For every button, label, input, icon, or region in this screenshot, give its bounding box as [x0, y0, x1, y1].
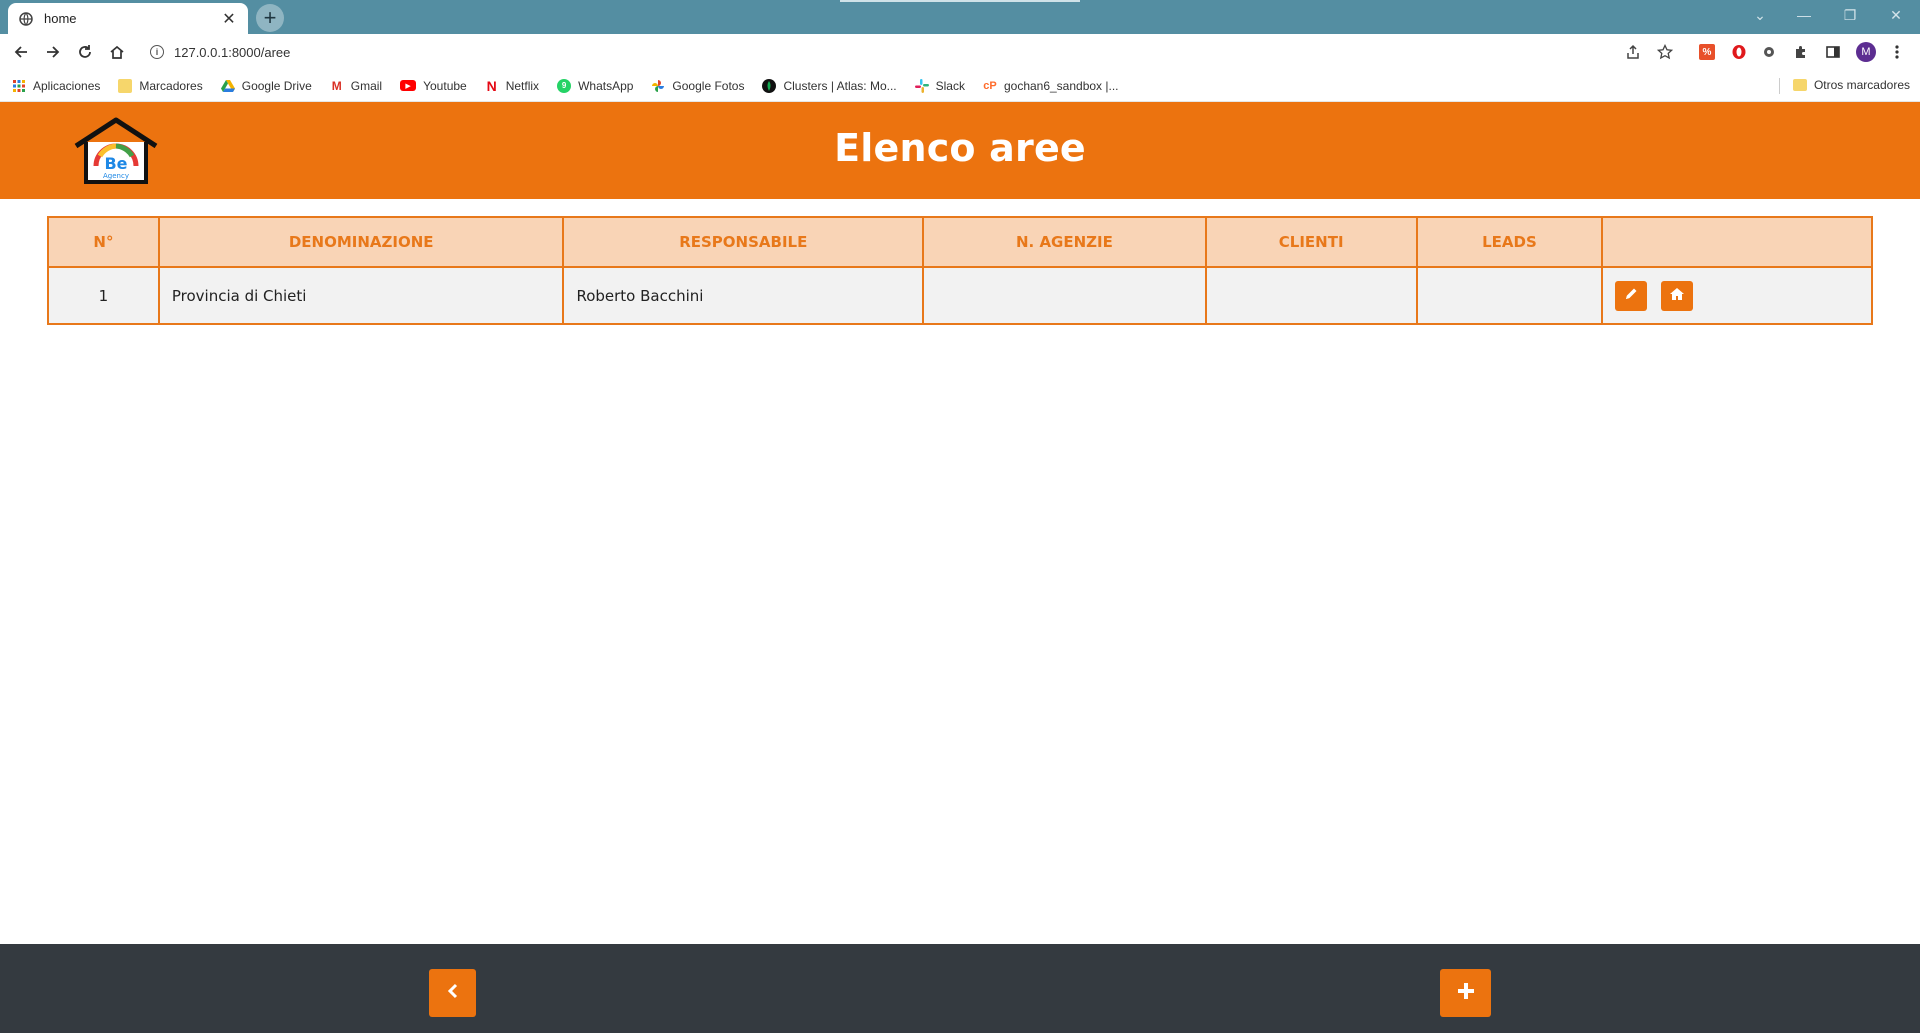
browser-tabstrip: home ✕ + ⌄ — ❐ ✕ — [0, 0, 1920, 34]
areas-table: N° DENOMINAZIONE RESPONSABILE N. AGENZIE… — [47, 216, 1873, 325]
bookmarks-separator — [1779, 78, 1780, 94]
restore-icon[interactable]: ❐ — [1830, 0, 1870, 30]
other-bookmarks-label: Otros marcadores — [1813, 78, 1910, 92]
profile-avatar[interactable]: M — [1855, 41, 1877, 63]
bookmark-label: Netflix — [505, 78, 540, 93]
column-header-clienti[interactable]: CLIENTI — [1204, 216, 1418, 268]
back-button[interactable] — [429, 969, 476, 1017]
extension-percent-icon[interactable]: % — [1696, 41, 1718, 63]
side-panel-icon[interactable] — [1822, 41, 1844, 63]
globe-icon — [18, 11, 34, 27]
tab-search-icon[interactable]: ⌄ — [1740, 0, 1780, 30]
profile-initial: M — [1856, 42, 1876, 62]
svg-text:Agency: Agency — [103, 172, 129, 180]
plus-icon — [1457, 982, 1475, 1005]
tab-title: home — [44, 11, 77, 26]
browser-tab[interactable]: home ✕ — [8, 3, 248, 34]
cell-leads — [1415, 266, 1604, 325]
bookmark-netflix[interactable]: N Netflix — [485, 77, 540, 94]
extension-opera-icon[interactable] — [1728, 41, 1750, 63]
bookmark-slack[interactable]: Slack — [914, 78, 965, 93]
other-bookmarks[interactable]: Otros marcadores — [1792, 78, 1910, 92]
cell-responsabile: Roberto Bacchini — [562, 266, 925, 325]
bookmark-label: Marcadores — [139, 78, 203, 93]
whatsapp-icon: 9 — [557, 78, 572, 93]
back-arrow-icon[interactable] — [8, 39, 34, 65]
forward-arrow-icon[interactable] — [40, 39, 66, 65]
extensions-puzzle-icon[interactable] — [1790, 41, 1812, 63]
window-close-icon[interactable]: ✕ — [1876, 0, 1916, 30]
bookmark-gochan6-sandbox[interactable]: cP gochan6_sandbox |... — [983, 78, 1119, 93]
bookmark-label: Google Drive — [241, 78, 312, 93]
edit-button[interactable] — [1615, 280, 1648, 311]
home-icon — [1669, 287, 1685, 305]
cpanel-icon: cP — [983, 79, 997, 92]
share-icon[interactable] — [1622, 41, 1644, 63]
address-bar-url: 127.0.0.1:8000/aree — [174, 44, 291, 60]
browser-toolbar: i 127.0.0.1:8000/aree % M — [0, 34, 1920, 70]
bookmark-label: WhatsApp — [578, 78, 634, 93]
bookmark-gmail[interactable]: M Gmail — [330, 79, 382, 93]
bookmark-label: gochan6_sandbox |... — [1003, 78, 1119, 93]
folder-icon — [118, 78, 133, 93]
cell-actions — [1601, 266, 1873, 325]
add-button[interactable] — [1440, 969, 1491, 1017]
cell-number: 1 — [47, 266, 160, 325]
bookmark-whatsapp[interactable]: 9 WhatsApp — [557, 78, 634, 93]
bookmark-marcadores[interactable]: Marcadores — [118, 78, 203, 93]
table-header-row: N° DENOMINAZIONE RESPONSABILE N. AGENZIE… — [47, 216, 1873, 268]
apps-grid-icon — [12, 79, 26, 93]
bookmark-google-fotos[interactable]: Google Fotos — [651, 79, 744, 93]
netflix-icon: N — [486, 77, 497, 94]
page-title: Elenco aree — [834, 126, 1086, 170]
new-tab-button[interactable]: + — [256, 4, 284, 32]
tab-drag-indicator — [840, 0, 1080, 2]
bookmark-label: Clusters | Atlas: Mo... — [783, 78, 897, 93]
google-drive-icon — [220, 79, 235, 93]
bookmark-label: Aplicaciones — [33, 78, 101, 93]
cell-agenzie — [922, 266, 1207, 325]
chevron-left-icon — [446, 983, 460, 1004]
gmail-icon: M — [331, 78, 342, 93]
home-icon[interactable] — [104, 39, 130, 65]
cell-denominazione: Provincia di Chieti — [157, 266, 565, 325]
column-header-agenzie[interactable]: N. AGENZIE — [922, 216, 1207, 268]
browser-menu-icon[interactable] — [1886, 41, 1908, 63]
pencil-icon — [1624, 287, 1638, 305]
minimize-icon[interactable]: — — [1784, 0, 1824, 30]
page-header: Be Agency Elenco aree — [0, 102, 1920, 199]
google-photos-icon — [651, 79, 665, 93]
bookmark-star-icon[interactable] — [1654, 41, 1676, 63]
cell-clienti — [1204, 266, 1418, 325]
bookmark-label: Gmail — [350, 78, 383, 93]
extension-gear-icon[interactable] — [1758, 41, 1780, 63]
address-bar[interactable]: i 127.0.0.1:8000/aree — [140, 38, 1668, 66]
youtube-icon: ▶ — [400, 80, 417, 91]
bookmark-label: Google Fotos — [672, 78, 745, 93]
reload-icon[interactable] — [72, 39, 98, 65]
site-info-icon[interactable]: i — [150, 45, 164, 59]
column-header-actions — [1601, 216, 1873, 268]
page-footer — [0, 944, 1920, 1033]
agencies-button[interactable] — [1661, 280, 1694, 311]
bookmark-aplicaciones[interactable]: Aplicaciones — [12, 79, 100, 93]
bookmark-youtube[interactable]: ▶ Youtube — [400, 79, 467, 93]
column-header-leads[interactable]: LEADS — [1415, 216, 1604, 268]
tab-close-icon[interactable]: ✕ — [220, 10, 238, 28]
column-header-responsabile[interactable]: RESPONSABILE — [562, 216, 925, 268]
folder-icon — [1792, 79, 1807, 91]
bookmark-clusters-atlas[interactable]: Clusters | Atlas: Mo... — [762, 78, 897, 93]
bookmarks-bar: Aplicaciones Marcadores Google Drive M G… — [0, 70, 1920, 102]
column-header-denominazione[interactable]: DENOMINAZIONE — [157, 216, 565, 268]
table-row: 1 Provincia di Chieti Roberto Bacchini — [47, 266, 1873, 325]
column-header-number[interactable]: N° — [47, 216, 160, 268]
bookmark-google-drive[interactable]: Google Drive — [220, 78, 312, 93]
bookmark-label: Youtube — [423, 78, 467, 93]
slack-icon — [914, 78, 929, 93]
mongodb-icon — [762, 78, 777, 93]
bookmark-label: Slack — [935, 78, 965, 93]
